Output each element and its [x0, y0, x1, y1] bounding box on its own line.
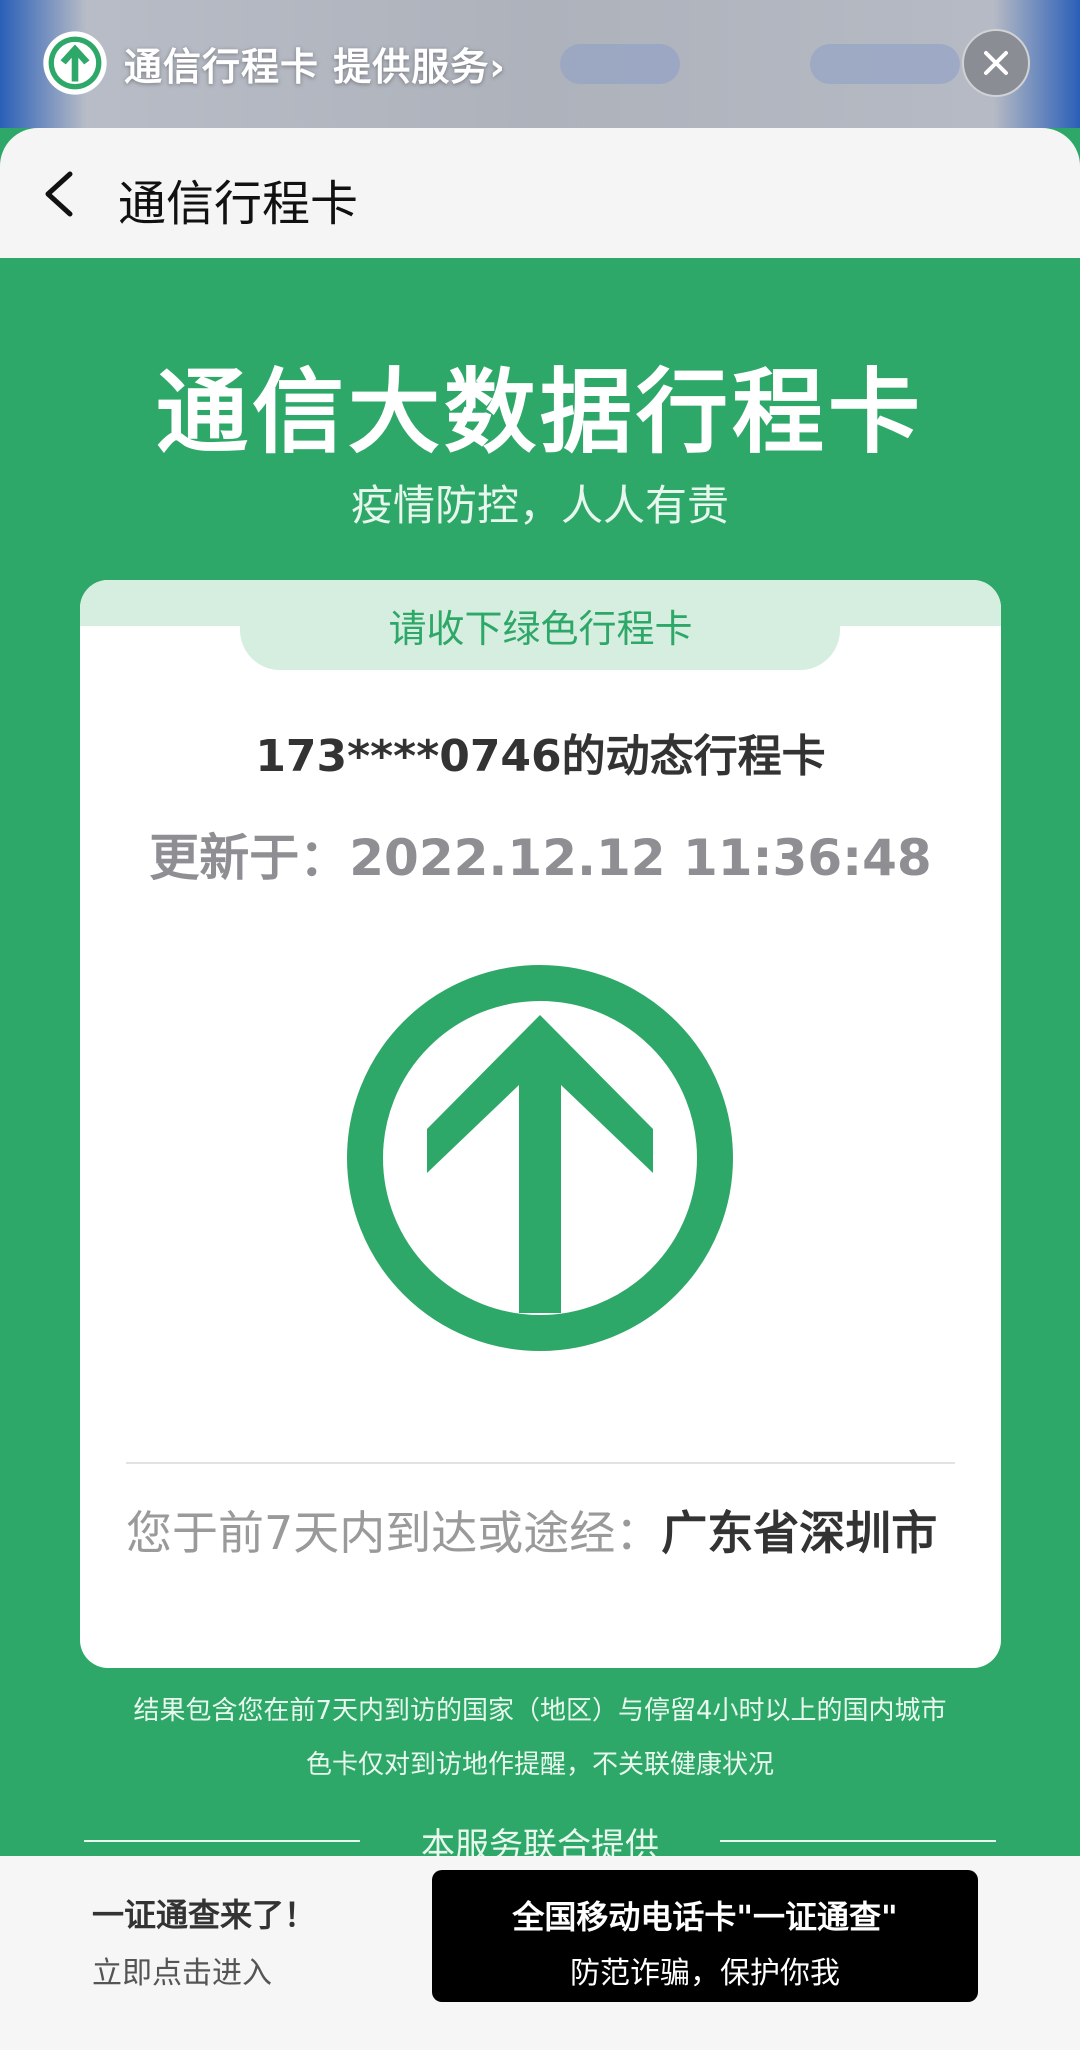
- promo-subtitle[interactable]: 立即点击进入: [92, 1948, 272, 1992]
- color-note: 色卡仅对到访地作提醒，不关联健康状况: [305, 1750, 774, 1780]
- card-tab-label: 请收下绿色行程卡: [388, 607, 693, 651]
- page-title: 通信行程卡: [118, 176, 359, 232]
- promo-banner[interactable]: 一证通查来了！ 立即点击进入 全国移动电话卡"一证通查" 防范诈骗，保护你我: [0, 1856, 1080, 2050]
- chevron-right-icon: ›: [489, 45, 506, 89]
- promo-title: 一证通查来了！: [92, 1896, 317, 1934]
- visited-place: 广东省深圳市: [661, 1506, 938, 1560]
- mini-program-bar: 通信行程卡 提供服务›: [0, 0, 1080, 128]
- green-up-arrow-icon: [347, 965, 733, 1351]
- trip-card: 请收下绿色行程卡 173****0746的动态行程卡 更新于：2022.12.1…: [80, 580, 1001, 1668]
- trip-card-logo-icon: [43, 31, 107, 95]
- hero-title: 通信大数据行程卡: [155, 359, 924, 466]
- result-note: 结果包含您在前7天内到访的国家（地区）与停留4小时以上的国内城市: [133, 1696, 947, 1726]
- mini-program-title[interactable]: 通信行程卡 提供服务›: [124, 36, 506, 91]
- updated-time: 更新于：2022.12.12 11:36:48: [149, 829, 932, 887]
- blurred-background-element: [560, 44, 680, 84]
- close-icon: [984, 51, 1008, 75]
- one-id-check-button[interactable]: 全国移动电话卡"一证通查" 防范诈骗，保护你我: [432, 1870, 978, 2002]
- promo-button-subtitle: 防范诈骗，保护你我: [570, 1956, 840, 1991]
- blurred-background-element: [810, 44, 960, 84]
- divider: [126, 1462, 955, 1464]
- back-button[interactable]: [36, 166, 86, 222]
- phone-number-line: 173****0746的动态行程卡: [255, 731, 826, 782]
- promo-button-title: 全国移动电话卡"一证通查": [512, 1898, 898, 1936]
- close-button[interactable]: [962, 29, 1030, 97]
- visited-prefix: 您于前7天内到达或途经：: [126, 1506, 662, 1560]
- visited-places: 您于前7天内到达或途经：广东省深圳市: [126, 1498, 966, 1568]
- hero-subtitle: 疫情防控，人人有责: [350, 481, 729, 530]
- page-header: 通信行程卡: [0, 128, 1080, 258]
